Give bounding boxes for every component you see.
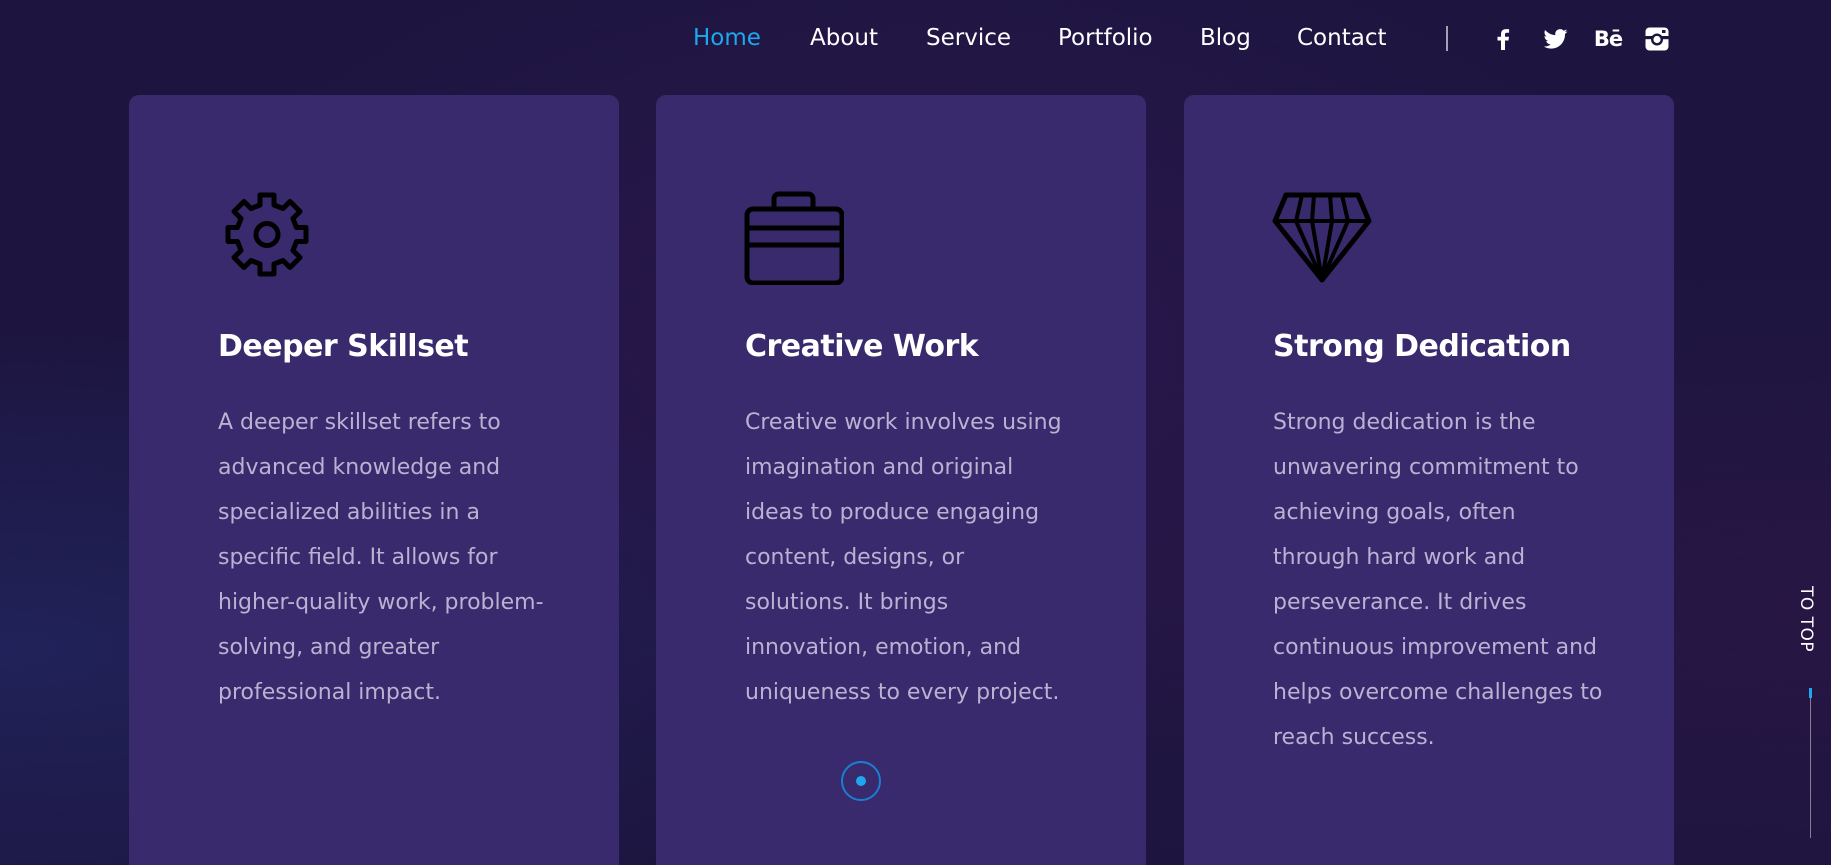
card-description: Strong dedication is the unwavering comm… — [1273, 410, 1603, 750]
instagram-icon[interactable] — [1644, 22, 1670, 56]
service-card-deeper-skillset: Deeper Skillset A deeper skillset refers… — [129, 95, 619, 865]
cursor-dot — [856, 776, 866, 786]
nav-link-contact[interactable]: Contact — [1297, 22, 1386, 54]
card-title: Deeper Skillset — [218, 329, 469, 364]
nav-divider — [1446, 26, 1448, 51]
card-title: Strong Dedication — [1273, 329, 1571, 364]
to-top-button[interactable]: TO TOP — [1796, 586, 1826, 856]
nav-link-blog[interactable]: Blog — [1200, 22, 1251, 54]
service-card-strong-dedication: Strong Dedication Strong dedication is t… — [1184, 95, 1674, 865]
gear-icon — [225, 192, 309, 277]
to-top-label: TO TOP — [1796, 586, 1816, 653]
briefcase-icon — [744, 191, 844, 285]
behance-icon[interactable]: Bē — [1590, 22, 1626, 56]
card-description: A deeper skillset refers to advanced kno… — [218, 410, 544, 705]
nav-link-about[interactable]: About — [810, 22, 878, 54]
service-card-creative-work: Creative Work Creative work involves usi… — [656, 95, 1146, 865]
twitter-icon[interactable] — [1541, 22, 1569, 56]
to-top-progress — [1809, 688, 1812, 698]
facebook-icon[interactable] — [1493, 22, 1513, 56]
to-top-line — [1810, 688, 1811, 838]
main-nav: Home About Service Portfolio Blog Contac… — [0, 0, 1831, 78]
nav-link-service[interactable]: Service — [926, 22, 1011, 54]
diamond-icon — [1272, 192, 1372, 283]
nav-link-home[interactable]: Home — [693, 22, 761, 54]
nav-link-portfolio[interactable]: Portfolio — [1058, 22, 1153, 54]
card-description: Creative work involves using imagination… — [745, 410, 1062, 705]
card-title: Creative Work — [745, 329, 979, 364]
